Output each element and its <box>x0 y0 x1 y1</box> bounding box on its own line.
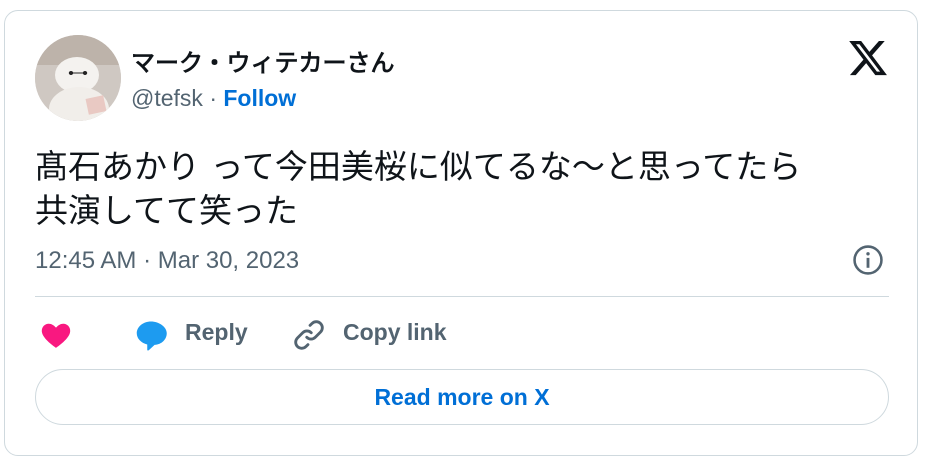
timestamp[interactable]: 12:45 AM · Mar 30, 2023 <box>35 247 299 275</box>
tweet-text-line-2: 共演してて笑った <box>35 191 299 230</box>
follow-link[interactable]: Follow <box>223 85 296 111</box>
tweet-card[interactable]: マーク・ウィテカーさん @tefsk · Follow 髙石あかり って今田美桜… <box>4 10 918 456</box>
copy-link-button[interactable]: Copy link <box>343 319 447 346</box>
x-logo-icon[interactable] <box>847 37 889 79</box>
avatar[interactable] <box>35 35 121 121</box>
read-more-button[interactable]: Read more on X <box>35 369 889 425</box>
author-handle[interactable]: @tefsk <box>131 85 203 111</box>
tweet-text: 髙石あかり って今田美桜に似てるな〜と思ってたら 共演してて笑った <box>35 145 895 233</box>
heart-icon[interactable] <box>39 319 73 351</box>
tweet-text-line-1: 髙石あかり って今田美桜に似てるな〜と思ってたら <box>35 147 802 186</box>
reply-button[interactable]: Reply <box>185 319 248 346</box>
link-icon[interactable] <box>291 317 327 353</box>
divider <box>35 296 889 297</box>
reply-bubble-icon[interactable] <box>133 317 169 353</box>
info-icon[interactable] <box>851 243 885 277</box>
separator-dot: · <box>209 85 217 111</box>
handle-row: @tefsk · Follow <box>131 85 296 112</box>
author-name[interactable]: マーク・ウィテカーさん <box>131 43 395 78</box>
